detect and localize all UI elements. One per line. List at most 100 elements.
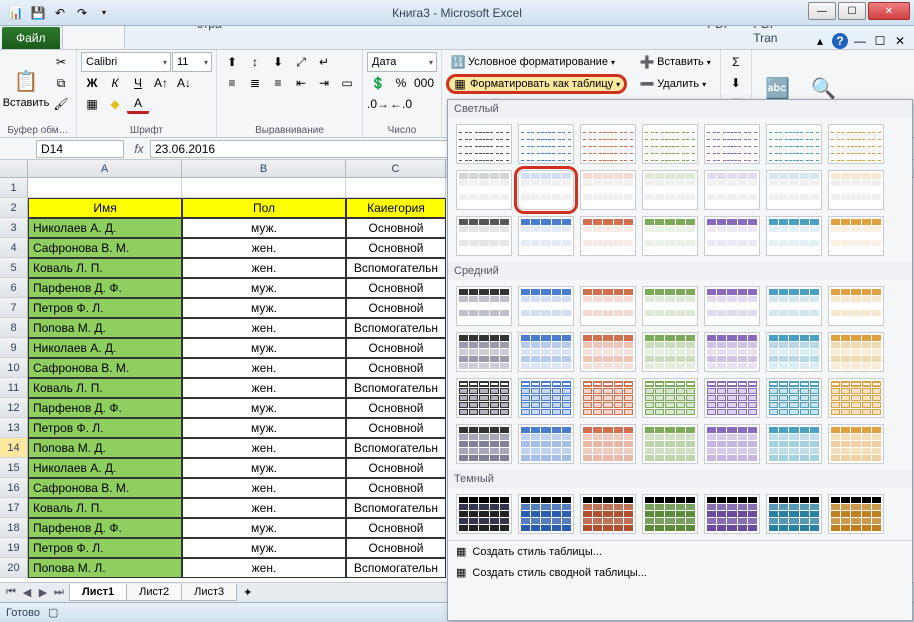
row-header[interactable]: 9 <box>0 338 28 358</box>
table-style-thumb[interactable] <box>456 378 512 418</box>
table-style-thumb[interactable] <box>642 124 698 164</box>
table-style-thumb[interactable] <box>580 170 636 210</box>
cell[interactable]: муж. <box>182 458 346 478</box>
table-style-thumb[interactable] <box>580 124 636 164</box>
row-header[interactable]: 2 <box>0 198 28 218</box>
table-style-thumb[interactable] <box>642 286 698 326</box>
cell[interactable]: жен. <box>182 478 346 498</box>
comma-icon[interactable]: 000 <box>413 73 435 93</box>
fx-icon[interactable]: fx <box>128 142 150 156</box>
decrease-decimal-icon[interactable]: ←.0 <box>390 94 412 114</box>
cell[interactable]: Каиегория <box>346 198 446 218</box>
table-style-thumb[interactable] <box>704 216 760 256</box>
underline-button[interactable]: Ч <box>127 73 149 93</box>
paste-button[interactable]: 📋 Вставить <box>4 52 48 124</box>
increase-decimal-icon[interactable]: .0→ <box>367 94 389 114</box>
table-style-thumb[interactable] <box>704 494 760 534</box>
cell[interactable] <box>346 178 446 198</box>
doc-close-icon[interactable]: ✕ <box>892 33 908 49</box>
italic-button[interactable]: К <box>104 73 126 93</box>
cell[interactable]: Коваль Л. П. <box>28 498 182 518</box>
table-style-thumb[interactable] <box>518 332 574 372</box>
table-style-thumb[interactable] <box>828 332 884 372</box>
cell[interactable]: Парфенов Д. Ф. <box>28 278 182 298</box>
table-style-thumb[interactable] <box>580 424 636 464</box>
cell[interactable]: Основной <box>346 218 446 238</box>
table-style-thumb[interactable] <box>828 124 884 164</box>
row-header[interactable]: 8 <box>0 318 28 338</box>
table-style-thumb[interactable] <box>580 378 636 418</box>
cell[interactable]: Вспомогательн <box>346 438 446 458</box>
table-style-thumb[interactable] <box>704 424 760 464</box>
table-style-thumb[interactable] <box>704 332 760 372</box>
table-style-thumb[interactable] <box>518 170 574 210</box>
table-style-thumb[interactable] <box>456 494 512 534</box>
cell[interactable]: Петров Ф. Л. <box>28 538 182 558</box>
table-style-thumb[interactable] <box>766 216 822 256</box>
cell[interactable]: Парфенов Д. Ф. <box>28 518 182 538</box>
percent-icon[interactable]: % <box>390 73 412 93</box>
cell[interactable]: Парфенов Д. Ф. <box>28 398 182 418</box>
format-painter-icon[interactable]: 🖌 <box>50 94 72 114</box>
sheet-first-icon[interactable]: ⏮ <box>4 586 18 599</box>
cell[interactable]: жен. <box>182 498 346 518</box>
column-header-c[interactable]: C <box>346 160 446 177</box>
new-sheet-icon[interactable]: ✦ <box>237 586 258 599</box>
row-header[interactable]: 12 <box>0 398 28 418</box>
cell[interactable]: Вспомогательн <box>346 258 446 278</box>
table-style-thumb[interactable] <box>642 332 698 372</box>
doc-restore-icon[interactable]: ☐ <box>872 33 888 49</box>
cell[interactable]: жен. <box>182 318 346 338</box>
cell[interactable]: Петров Ф. Л. <box>28 298 182 318</box>
cell[interactable]: Коваль Л. П. <box>28 378 182 398</box>
row-header[interactable]: 19 <box>0 538 28 558</box>
orientation-icon[interactable]: ⤢ <box>290 52 312 72</box>
cell[interactable]: Николаев А. Д. <box>28 218 182 238</box>
align-middle-icon[interactable]: ↕ <box>244 52 266 72</box>
table-style-thumb[interactable] <box>828 170 884 210</box>
table-style-thumb[interactable] <box>828 216 884 256</box>
borders-icon[interactable]: ▦ <box>81 94 103 114</box>
cell[interactable]: Основной <box>346 478 446 498</box>
row-header[interactable]: 4 <box>0 238 28 258</box>
table-style-thumb[interactable] <box>642 216 698 256</box>
save-icon[interactable]: 💾 <box>28 3 48 23</box>
delete-cells-button[interactable]: ➖ Удалить ▾ <box>635 74 716 94</box>
table-style-thumb[interactable] <box>766 286 822 326</box>
row-header[interactable]: 13 <box>0 418 28 438</box>
table-style-thumb[interactable] <box>704 124 760 164</box>
table-style-thumb[interactable] <box>766 332 822 372</box>
increase-font-icon[interactable]: A↑ <box>150 73 172 93</box>
cell[interactable]: Николаев А. Д. <box>28 458 182 478</box>
cell[interactable]: муж. <box>182 518 346 538</box>
number-format-combo[interactable]: Дата <box>367 52 437 72</box>
cell[interactable]: Имя <box>28 198 182 218</box>
select-all-corner[interactable] <box>0 160 28 177</box>
table-style-thumb[interactable] <box>518 378 574 418</box>
cell[interactable]: Основной <box>346 398 446 418</box>
cell[interactable]: Основной <box>346 538 446 558</box>
row-header[interactable]: 17 <box>0 498 28 518</box>
cell[interactable]: Основной <box>346 418 446 438</box>
sheet-tab[interactable]: Лист2 <box>126 584 182 601</box>
table-style-thumb[interactable] <box>766 124 822 164</box>
table-style-thumb[interactable] <box>580 332 636 372</box>
cell[interactable]: Попова М. Д. <box>28 318 182 338</box>
cell[interactable]: Сафронова В. М. <box>28 238 182 258</box>
table-style-thumb[interactable] <box>766 424 822 464</box>
cell[interactable]: Вспомогательн <box>346 558 446 578</box>
table-style-thumb[interactable] <box>828 424 884 464</box>
table-style-thumb[interactable] <box>580 286 636 326</box>
table-style-thumb[interactable] <box>518 216 574 256</box>
column-header-b[interactable]: B <box>182 160 346 177</box>
table-style-thumb[interactable] <box>766 494 822 534</box>
align-bottom-icon[interactable]: ⬇ <box>267 52 289 72</box>
cell[interactable]: Вспомогательн <box>346 378 446 398</box>
table-style-thumb[interactable] <box>456 124 512 164</box>
table-style-thumb[interactable] <box>642 424 698 464</box>
cell[interactable]: Петров Ф. Л. <box>28 418 182 438</box>
cell[interactable]: жен. <box>182 378 346 398</box>
cell[interactable]: Попова М. Л. <box>28 558 182 578</box>
row-header[interactable]: 6 <box>0 278 28 298</box>
table-style-thumb[interactable] <box>518 424 574 464</box>
